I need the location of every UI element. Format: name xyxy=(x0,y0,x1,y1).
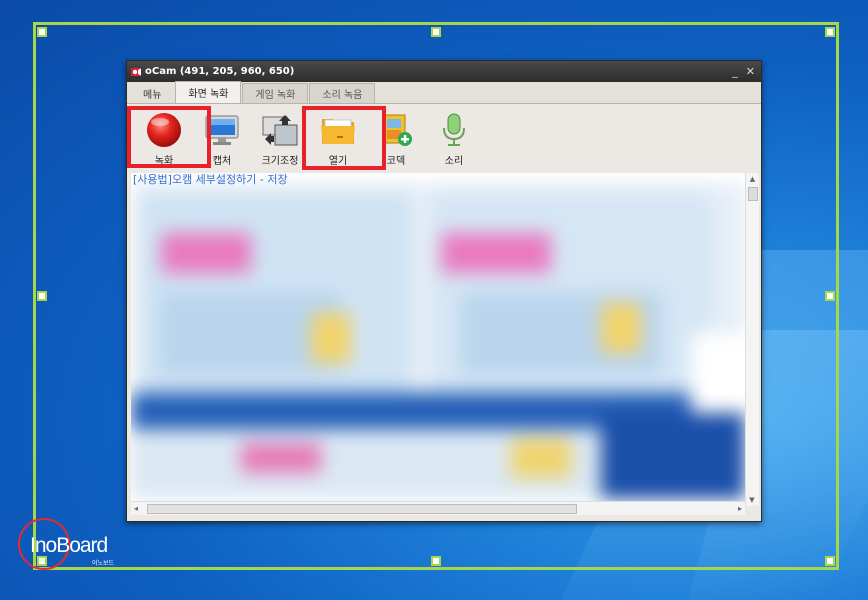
resize-button[interactable]: 크기조정 xyxy=(251,110,309,167)
vertical-scrollbar[interactable]: ▲ ▼ xyxy=(745,173,759,506)
resize-handle-top-right[interactable] xyxy=(825,27,835,37)
microphone-icon xyxy=(434,110,474,150)
tab-game-record[interactable]: 게임 녹화 xyxy=(242,83,309,103)
resize-handle-bottom-right[interactable] xyxy=(825,556,835,566)
tab-bar: 메뉴 화면 녹화 게임 녹화 소리 녹음 xyxy=(127,81,761,104)
title-bar[interactable]: oCam (491, 205, 960, 650) _ ✕ xyxy=(127,61,761,82)
tab-sound-record[interactable]: 소리 녹음 xyxy=(309,83,376,103)
sound-label: 소리 xyxy=(444,156,464,167)
window-title: oCam (491, 205, 960, 650) xyxy=(145,66,295,77)
scroll-right-arrow-icon[interactable]: ▸ xyxy=(738,502,742,516)
resize-handle-bottom[interactable] xyxy=(431,556,441,566)
minimize-button[interactable]: _ xyxy=(732,65,738,78)
resize-handle-top-left[interactable] xyxy=(37,27,47,37)
scroll-down-arrow-icon[interactable]: ▼ xyxy=(746,494,758,506)
ocam-app-icon xyxy=(131,67,141,77)
resize-handle-left[interactable] xyxy=(37,291,47,301)
logo-subtext: 이노보드 xyxy=(92,560,115,567)
horizontal-scroll-thumb[interactable] xyxy=(147,504,577,514)
blurred-content xyxy=(131,183,745,499)
scroll-up-arrow-icon[interactable]: ▲ xyxy=(746,173,759,185)
page-link-text[interactable]: [사용법]오캠 세부설정하기 - 저장 xyxy=(133,173,288,187)
record-button-highlight xyxy=(127,106,211,168)
resize-handle-top[interactable] xyxy=(431,27,441,37)
tab-menu[interactable]: 메뉴 xyxy=(130,83,174,103)
captured-page-preview: [사용법]오캠 세부설정하기 - 저장 xyxy=(131,173,745,506)
resize-icon xyxy=(260,110,300,150)
horizontal-scrollbar[interactable]: ◂ ▸ xyxy=(131,501,745,515)
sound-button[interactable]: 소리 xyxy=(425,110,483,167)
vertical-scroll-thumb[interactable] xyxy=(748,187,758,201)
toolbar: 녹화 캡처 크기조정 열기 코덱 소리 xyxy=(127,104,761,168)
resize-label: 크기조정 xyxy=(261,156,299,167)
codec-label: 코덱 xyxy=(386,156,406,167)
open-button-highlight xyxy=(302,106,386,170)
close-button[interactable]: ✕ xyxy=(746,65,755,78)
inoboard-logo: InoBoard 이노보드 xyxy=(16,514,136,574)
ocam-window: oCam (491, 205, 960, 650) _ ✕ 메뉴 화면 녹화 게… xyxy=(126,60,762,522)
capture-label: 캡처 xyxy=(212,156,232,167)
resize-handle-right[interactable] xyxy=(825,291,835,301)
logo-text: InoBoard xyxy=(30,534,108,557)
tab-screen-record[interactable]: 화면 녹화 xyxy=(175,81,242,103)
